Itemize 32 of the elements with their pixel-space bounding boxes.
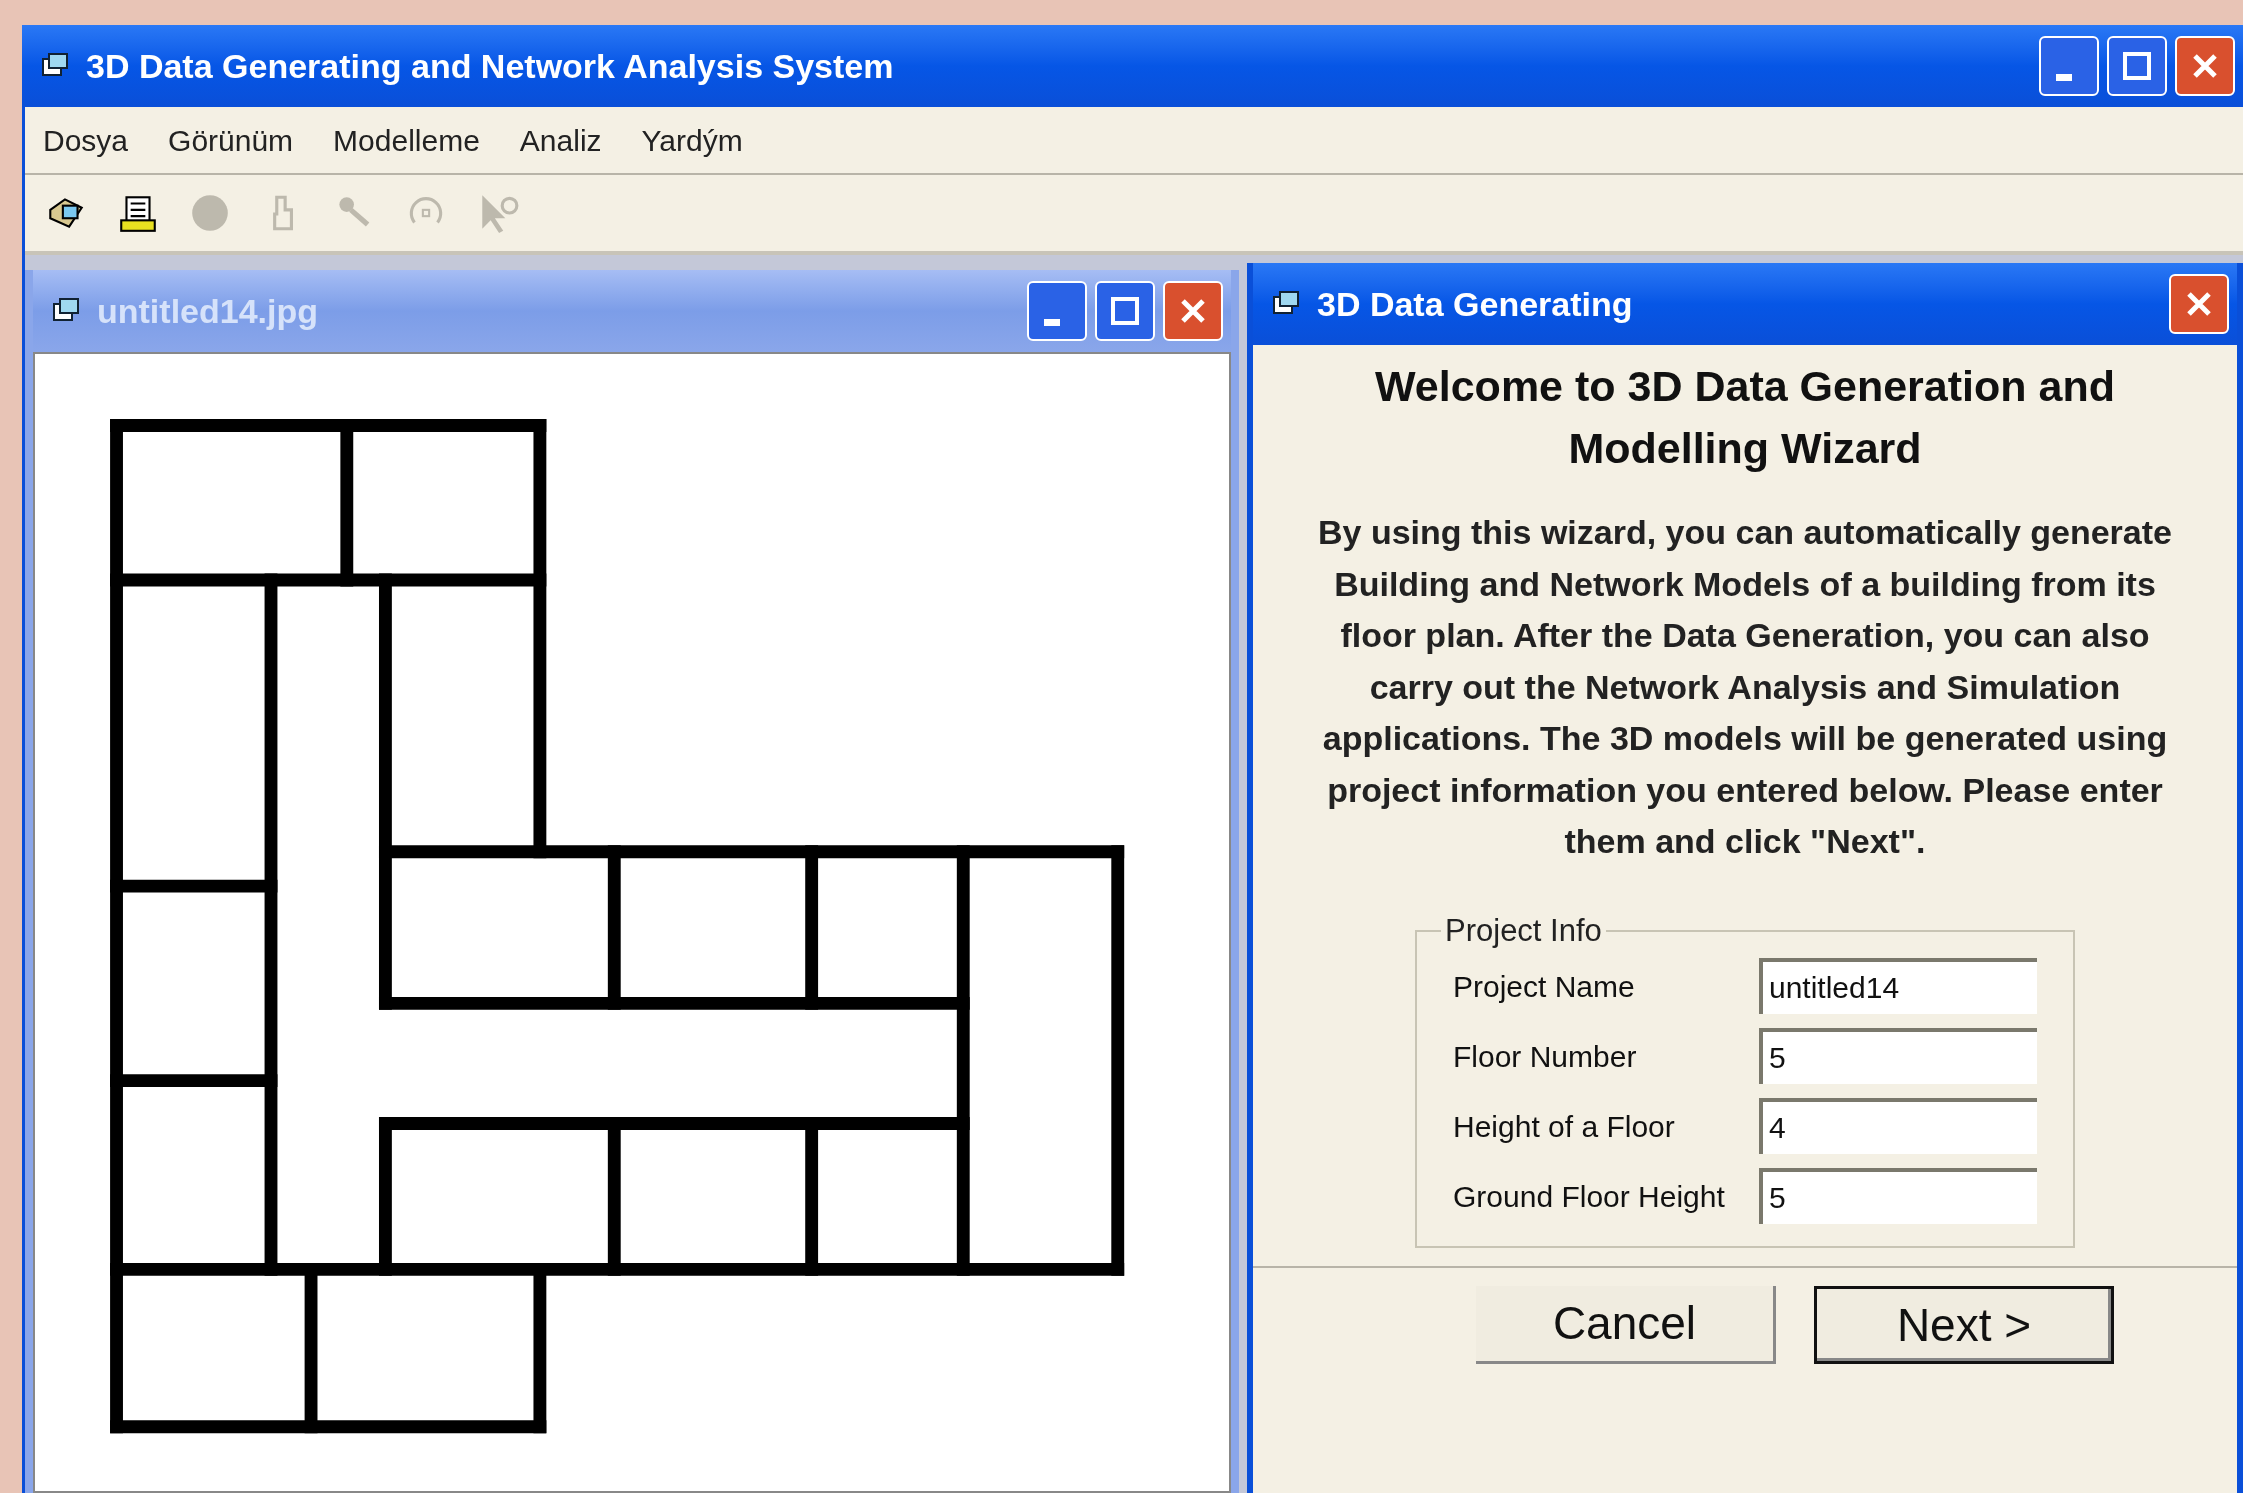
wizard-heading: Welcome to 3D Data Generation and Modelling Wizard — [1374, 361, 2116, 474]
close-button[interactable] — [2169, 274, 2229, 334]
wizard-description: By using this wizard, you can automatically generate Building and Network Models of a building from its floor plan. After the Data Generation, you can also carry out the Network Analysis and Simulation applications. The 3D models will be generated using project information you entered below. Please enter them and click "Next". — [1317, 512, 2173, 862]
next-button[interactable]: Next > — [1814, 1286, 2114, 1364]
menu-item[interactable]: Modelleme — [333, 117, 480, 163]
menu-item[interactable]: Analiz — [519, 117, 602, 163]
input-field[interactable]: 5 — [1759, 1168, 2037, 1224]
minimize-icon — [1044, 318, 1060, 326]
window-title: 3D Data Generating — [1317, 283, 1634, 325]
field-label: Project Name — [1453, 968, 1636, 1005]
close-button[interactable] — [1163, 281, 1223, 341]
menu-item[interactable]: Görünüm — [168, 117, 294, 163]
input-field[interactable]: 5 — [1759, 1028, 2037, 1084]
cancel-button[interactable]: Cancel — [1476, 1286, 1776, 1364]
maximize-button[interactable] — [2107, 36, 2167, 96]
minimize-icon — [2056, 73, 2072, 81]
maximize-icon — [2120, 49, 2154, 83]
maximize-button[interactable] — [1095, 281, 1155, 341]
close-button[interactable] — [2175, 36, 2235, 96]
minimize-button[interactable] — [1027, 281, 1087, 341]
field-label: Ground Floor Height — [1453, 1178, 1726, 1215]
field-label: Floor Number — [1453, 1038, 1638, 1075]
menu-item[interactable]: Yardým — [641, 117, 743, 163]
window-title: untitled14.jpg — [97, 290, 319, 332]
input-field[interactable]: untitled14 — [1759, 958, 2037, 1014]
field-label: Height of a Floor — [1453, 1108, 1676, 1145]
group-title: Project Info — [1444, 911, 1603, 950]
menu-item[interactable]: Dosya — [43, 117, 129, 163]
window-title: 3D Data Generating and Network Analysis System — [86, 45, 895, 87]
minimize-button[interactable] — [2039, 36, 2099, 96]
input-field[interactable]: 4 — [1759, 1098, 2037, 1154]
maximize-icon — [1108, 294, 1142, 328]
